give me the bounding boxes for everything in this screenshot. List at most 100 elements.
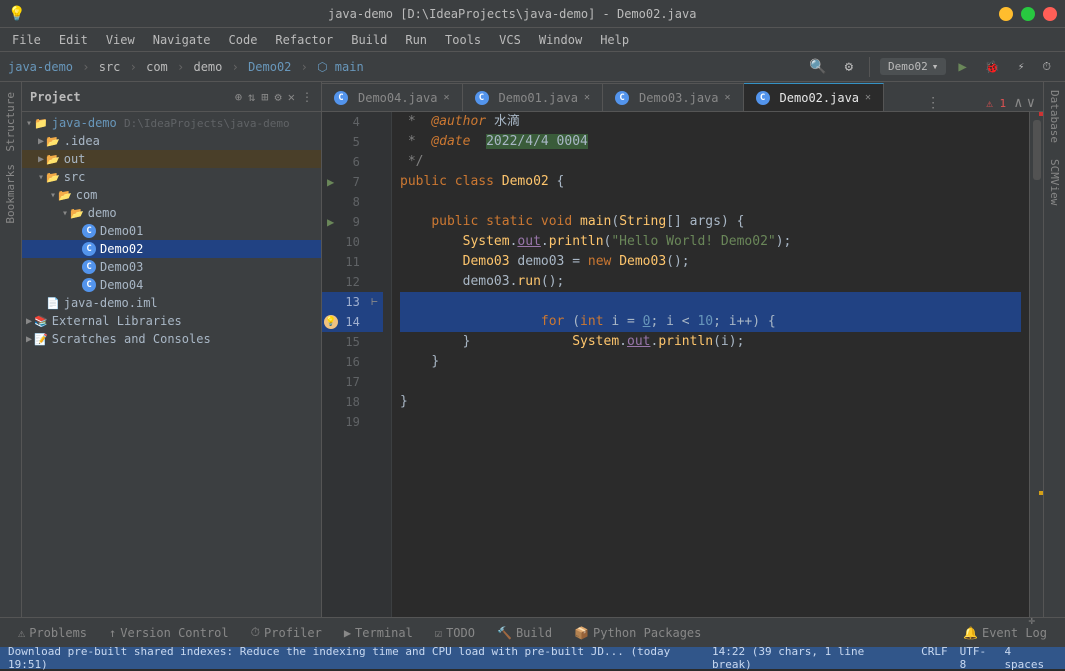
menu-tools[interactable]: Tools xyxy=(437,31,489,49)
editor-scrollbar[interactable] xyxy=(1029,112,1043,617)
run-config-dropdown[interactable]: Demo02 ▾ xyxy=(880,58,946,75)
tab-label-demo03: Demo03.java xyxy=(639,91,718,105)
tab-close-demo04[interactable]: ✕ xyxy=(443,92,449,103)
args-14: (i); xyxy=(713,334,744,349)
debug-button[interactable]: 🐞 xyxy=(979,58,1006,76)
minimize-button[interactable] xyxy=(999,7,1013,21)
linenum-4: 4 xyxy=(339,112,366,132)
bottom-tab-eventlog[interactable]: 🔔 Event Log xyxy=(953,622,1057,644)
settings-button[interactable]: ⚙ xyxy=(839,57,859,77)
bottom-tab-problems[interactable]: ⚠ Problems xyxy=(8,622,97,644)
tree-item-scratches[interactable]: ▶ 📝 Scratches and Consoles xyxy=(22,330,321,348)
tab-close-demo02[interactable]: ✕ xyxy=(865,92,871,103)
code-comment-5: * @date 2022/4/4 0004 xyxy=(400,132,588,152)
bottom-tab-vcs[interactable]: ↑ Version Control xyxy=(99,622,239,644)
keyword-class-7: class xyxy=(455,172,502,192)
menu-refactor[interactable]: Refactor xyxy=(267,31,341,49)
classname-7: Demo02 xyxy=(502,172,549,192)
maximize-button[interactable] xyxy=(1021,7,1035,21)
scmview-tab[interactable]: SCMView xyxy=(1046,151,1063,213)
more-icon[interactable]: ⋮ xyxy=(301,90,313,104)
expand-arrow-icon: ▾ xyxy=(26,118,32,129)
breadcrumb-demo[interactable]: demo xyxy=(193,60,222,74)
tree-item-iml[interactable]: ▶ 📄 java-demo.iml xyxy=(22,294,321,312)
tree-item-idea[interactable]: ▶ 📂 .idea xyxy=(22,132,321,150)
menu-view[interactable]: View xyxy=(98,31,143,49)
structure-tab[interactable]: Structure xyxy=(2,86,19,158)
hint-icon-14: 💡 xyxy=(322,315,339,329)
tree-item-demo[interactable]: ▾ 📂 demo xyxy=(22,204,321,222)
com-folder-icon: 📂 xyxy=(58,189,72,202)
expand-arrow-scratch-icon: ▶ xyxy=(26,334,32,345)
bookmarks-tab[interactable]: Bookmarks xyxy=(2,158,19,230)
bottom-tab-todo[interactable]: ☑ TODO xyxy=(425,622,485,644)
tab-close-demo01[interactable]: ✕ xyxy=(584,92,590,103)
breadcrumb-class[interactable]: Demo02 xyxy=(248,60,291,74)
menu-help[interactable]: Help xyxy=(592,31,637,49)
tree-item-demo03[interactable]: ▶ C Demo03 xyxy=(22,258,321,276)
run-arrow-9[interactable]: ▶ xyxy=(322,212,339,232)
search-everywhere-button[interactable]: 🔍 xyxy=(803,57,832,77)
tab-bar: C Demo04.java ✕ C Demo01.java ✕ C Demo03… xyxy=(322,82,1043,112)
toolbar-right: 🔍 ⚙ Demo02 ▾ ▶ 🐞 ⚡ ⏱ xyxy=(803,57,1057,77)
breadcrumb-src[interactable]: src xyxy=(99,60,121,74)
tab-close-demo03[interactable]: ✕ xyxy=(725,92,731,103)
expand-icon[interactable]: ⊞ xyxy=(261,90,268,104)
tree-item-src[interactable]: ▾ 📂 src xyxy=(22,168,321,186)
end-10: ); xyxy=(776,232,792,252)
tree-item-demo01[interactable]: ▶ C Demo01 xyxy=(22,222,321,240)
menu-run[interactable]: Run xyxy=(397,31,435,49)
code-editor[interactable]: * @author 水滴 * @date 2022/4/4 0004 */ pu… xyxy=(392,112,1029,617)
code-line-19 xyxy=(400,412,1021,432)
bottom-tab-build[interactable]: 🔨 Build xyxy=(487,622,562,644)
bottom-tab-profiler[interactable]: ⏱ Profiler xyxy=(241,621,332,644)
tree-item-demo02[interactable]: ▶ C Demo02 xyxy=(22,240,321,258)
linenum-15: 15 xyxy=(339,332,366,352)
menu-code[interactable]: Code xyxy=(221,31,266,49)
run-button[interactable]: ▶ xyxy=(952,57,972,77)
menu-window[interactable]: Window xyxy=(531,31,590,49)
collapse-editor-button[interactable]: ∧ xyxy=(1014,95,1022,111)
tab-demo03[interactable]: C Demo03.java ✕ xyxy=(603,83,744,111)
breadcrumb-method[interactable]: ⬡ main xyxy=(317,60,364,74)
breadcrumb-project[interactable]: java-demo xyxy=(8,60,73,74)
expand-editor-button[interactable]: ∨ xyxy=(1027,95,1035,111)
linenum-14: 14 xyxy=(339,312,366,332)
tree-label-iml: java-demo.iml xyxy=(64,296,158,310)
database-tab[interactable]: Database xyxy=(1046,82,1063,151)
gutter-9: ▶ 9 xyxy=(322,212,383,232)
keyword-int-13: int xyxy=(580,314,603,329)
tree-item-demo04[interactable]: ▶ C Demo04 xyxy=(22,276,321,294)
bottom-tab-terminal[interactable]: ▶ Terminal xyxy=(334,622,423,644)
brace-7: { xyxy=(549,172,565,192)
menu-edit[interactable]: Edit xyxy=(51,31,96,49)
gutter-13: 13 ⊢ xyxy=(322,292,383,312)
coverage-button[interactable]: ⚡ xyxy=(1012,58,1031,75)
run-arrow-7[interactable]: ▶ xyxy=(322,172,339,192)
sort-icon[interactable]: ⇅ xyxy=(248,90,255,104)
breadcrumb-com[interactable]: com xyxy=(146,60,168,74)
tree-item-root[interactable]: ▾ 📁 java-demo D:\IdeaProjects\java-demo xyxy=(22,114,321,132)
menu-file[interactable]: File xyxy=(4,31,49,49)
tab-more-button[interactable]: ⋮ xyxy=(918,95,948,111)
menu-navigate[interactable]: Navigate xyxy=(145,31,219,49)
menu-build[interactable]: Build xyxy=(343,31,395,49)
bottom-tab-python[interactable]: 📦 Python Packages xyxy=(564,622,711,644)
tab-demo04[interactable]: C Demo04.java ✕ xyxy=(322,83,463,111)
keyword-static-9: static xyxy=(486,212,541,232)
menu-vcs[interactable]: VCS xyxy=(491,31,529,49)
demo03-var-12: demo03. xyxy=(463,272,518,292)
profile-button[interactable]: ⏱ xyxy=(1036,58,1057,76)
tree-item-out[interactable]: ▶ 📂 out xyxy=(22,150,321,168)
close-sidebar-icon[interactable]: ✕ xyxy=(288,90,295,104)
sidebar-toolbar: ⊕ ⇅ ⊞ ⚙ ✕ ⋮ xyxy=(235,90,313,104)
settings-sidebar-icon[interactable]: ⚙ xyxy=(275,90,282,104)
tab-demo02[interactable]: C Demo02.java ✕ xyxy=(744,83,885,111)
editor[interactable]: 4 5 6 ▶ 7 xyxy=(322,112,1043,617)
tab-demo01[interactable]: C Demo01.java ✕ xyxy=(463,83,604,111)
close-button[interactable] xyxy=(1043,7,1057,21)
problems-icon: ⚠ xyxy=(18,626,25,640)
add-icon[interactable]: ⊕ xyxy=(235,90,242,104)
tree-item-external-libs[interactable]: ▶ 📚 External Libraries xyxy=(22,312,321,330)
tree-item-com[interactable]: ▾ 📂 com xyxy=(22,186,321,204)
